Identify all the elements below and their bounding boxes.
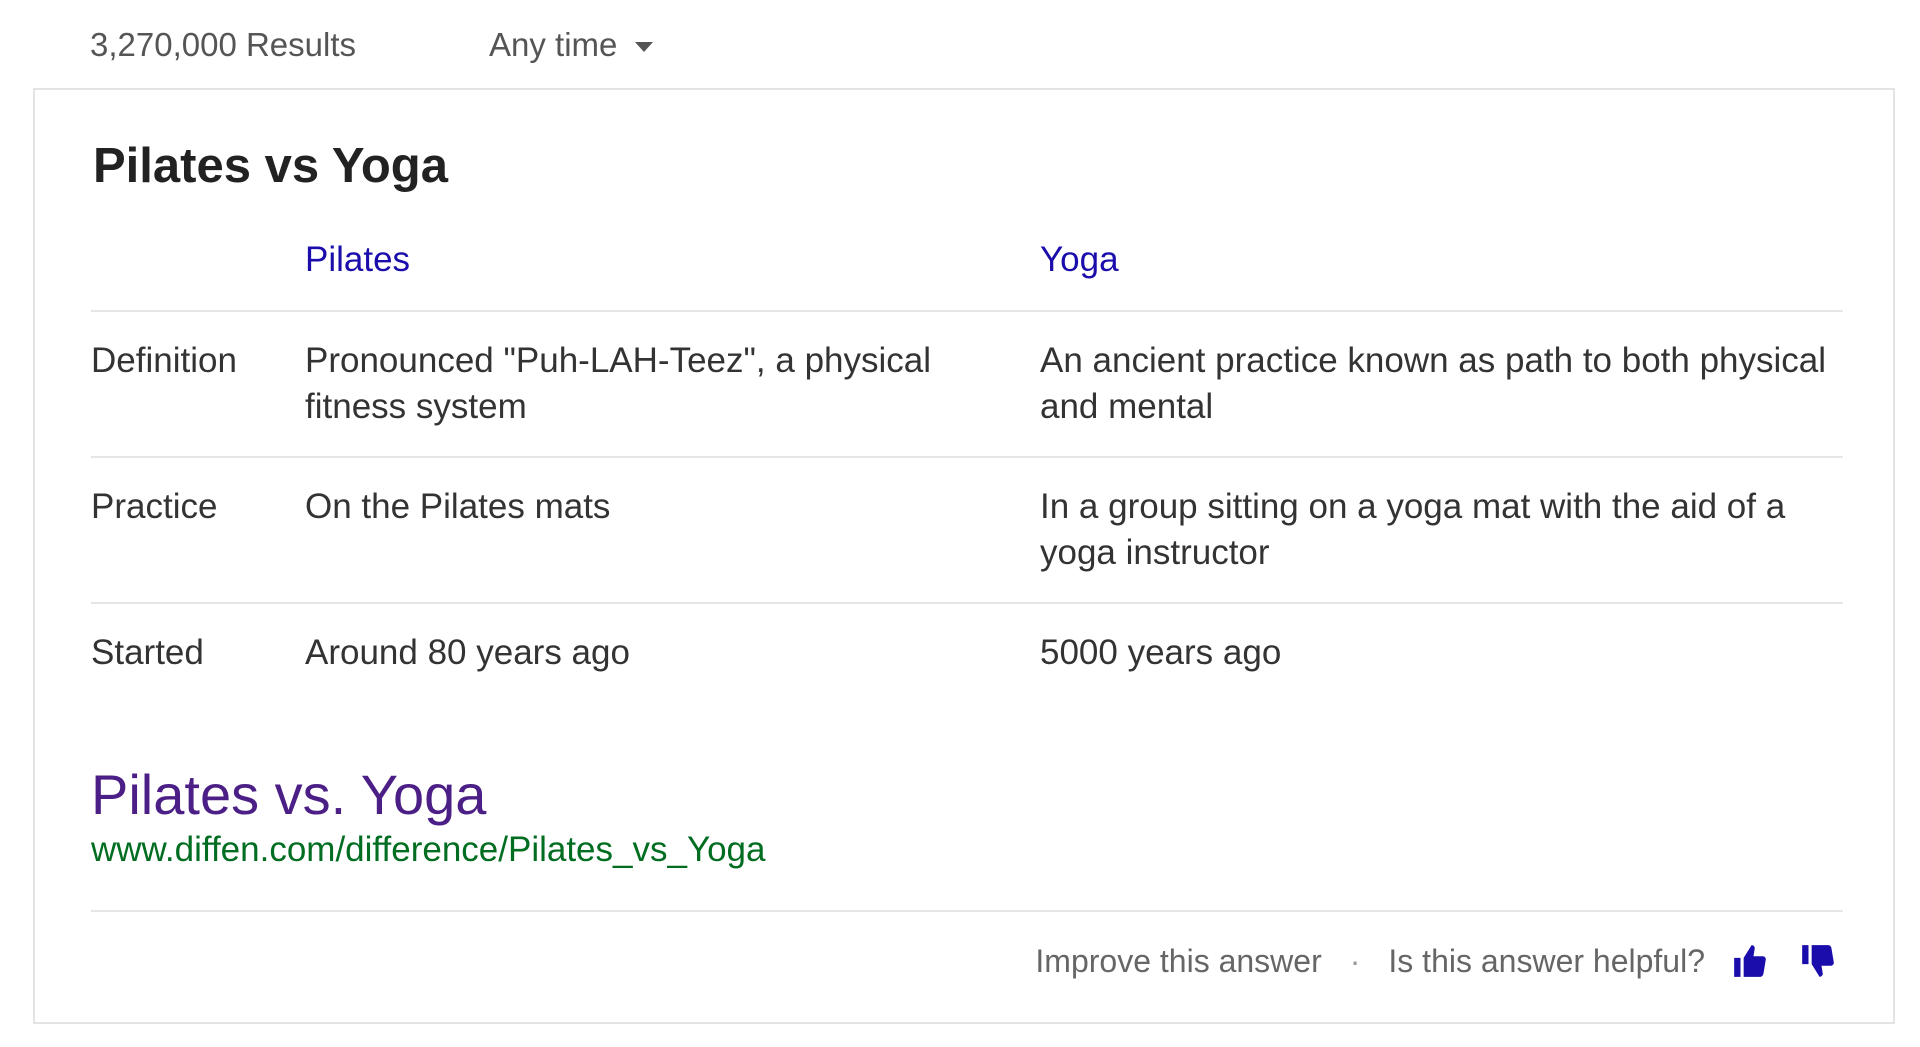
separator: · <box>1349 942 1361 979</box>
cell-yoga-practice: In a group sitting on a yoga mat with th… <box>1040 487 1786 572</box>
cell-pilates-practice: On the Pilates mats <box>305 487 611 526</box>
column-header-pilates[interactable]: Pilates <box>305 240 410 280</box>
divider <box>91 910 1843 912</box>
row-label-definition: Definition <box>91 341 237 380</box>
results-header: 3,270,000 Results Any time <box>0 0 1920 88</box>
cell-pilates-started: Around 80 years ago <box>305 633 630 672</box>
row-label-started: Started <box>91 633 204 672</box>
answer-card: Pilates vs Yoga Pilates Yoga Definition … <box>33 88 1895 1024</box>
source-title-link[interactable]: Pilates vs. Yoga <box>91 762 486 827</box>
divider <box>91 310 1843 312</box>
results-count: 3,270,000 Results <box>90 26 357 63</box>
chevron-down-icon <box>635 42 654 52</box>
improve-answer-link[interactable]: Improve this answer <box>1035 943 1321 980</box>
time-filter-dropdown[interactable]: Any time <box>489 26 654 64</box>
divider <box>91 456 1843 458</box>
thumbs-up-icon[interactable] <box>1731 942 1769 980</box>
cell-yoga-started: 5000 years ago <box>1040 633 1282 672</box>
source-url-link[interactable]: www.diffen.com/difference/Pilates_vs_Yog… <box>91 830 766 870</box>
helpful-question: Is this answer helpful? <box>1388 942 1705 979</box>
column-header-yoga[interactable]: Yoga <box>1040 240 1119 280</box>
cell-yoga-definition: An ancient practice known as path to bot… <box>1040 341 1827 426</box>
time-filter-label: Any time <box>489 26 618 63</box>
row-label-practice: Practice <box>91 487 218 526</box>
feedback-bar: Improve this answer · Is this answer hel… <box>1035 942 1837 980</box>
thumbs-down-icon[interactable] <box>1799 942 1837 980</box>
cell-pilates-definition: Pronounced "Puh-LAH-Teez", a physical fi… <box>305 341 932 426</box>
divider <box>91 602 1843 604</box>
card-title: Pilates vs Yoga <box>93 139 448 193</box>
